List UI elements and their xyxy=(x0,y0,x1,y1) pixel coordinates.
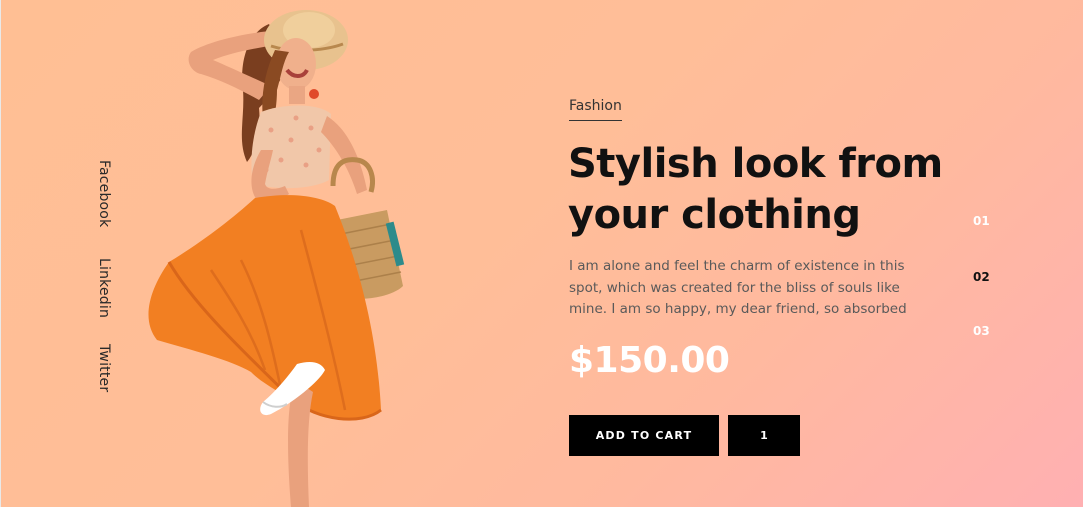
slide-number-1[interactable]: 01 xyxy=(973,214,990,228)
slide-number-3[interactable]: 03 xyxy=(973,324,990,338)
add-to-cart-button[interactable]: ADD TO CART xyxy=(569,415,719,456)
category-label: Fashion xyxy=(569,98,622,121)
product-title: Stylish look from your clothing xyxy=(568,141,943,238)
quantity-button[interactable]: 1 xyxy=(728,415,800,456)
social-links: Facebook Linkedin Twitter xyxy=(96,160,122,410)
product-description: I am alone and feel the charm of existen… xyxy=(569,258,907,317)
social-link-twitter[interactable]: Twitter xyxy=(96,344,112,392)
social-link-facebook[interactable]: Facebook xyxy=(96,160,112,227)
hero-banner: Facebook Linkedin Twitter Fashion Stylis… xyxy=(0,0,1083,507)
slide-number-2[interactable]: 02 xyxy=(973,270,990,284)
model-image xyxy=(148,10,405,507)
social-link-linkedin[interactable]: Linkedin xyxy=(96,258,112,318)
product-price: $150.00 xyxy=(569,340,730,381)
